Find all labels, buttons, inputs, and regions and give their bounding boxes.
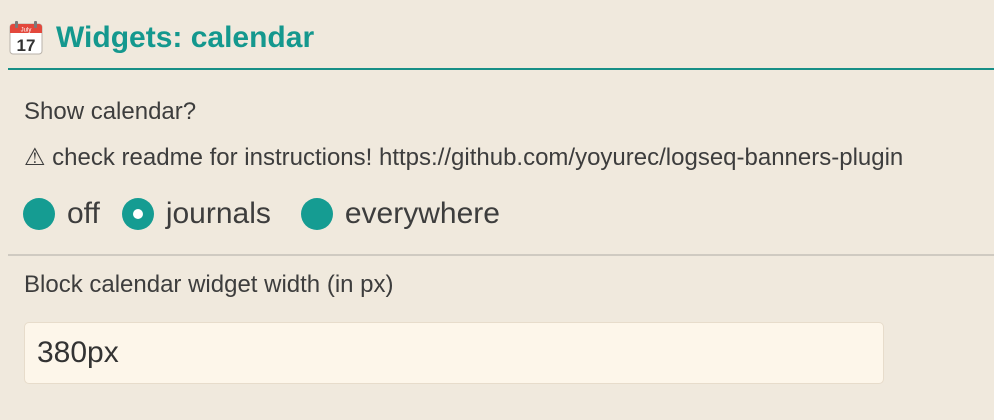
radio-journals[interactable]: journals: [121, 195, 271, 233]
calendar-icon-day: 17: [17, 36, 36, 55]
radio-journals-label: journals: [165, 197, 271, 230]
calendar-icon: July 17: [9, 21, 43, 55]
radio-journals-indicator[interactable]: [121, 198, 154, 230]
section-title: Widgets: calendar: [56, 21, 315, 54]
show-calendar-radio-group: off journals everywhere: [23, 195, 500, 233]
radio-everywhere-indicator[interactable]: [300, 198, 333, 230]
radio-off-indicator[interactable]: [23, 198, 55, 230]
calendar-icon-month: July: [21, 28, 32, 34]
show-calendar-description: ⚠ check readme for instructions! https:/…: [24, 144, 904, 171]
radio-off-label: off: [67, 197, 100, 230]
radio-everywhere-label: everywhere: [344, 197, 500, 230]
radio-everywhere[interactable]: everywhere: [300, 195, 500, 233]
divider: [8, 254, 994, 256]
radio-off[interactable]: off: [23, 195, 100, 233]
show-calendar-question: Show calendar?: [24, 98, 197, 125]
widget-width-input[interactable]: [24, 322, 884, 384]
widget-width-label: Block calendar widget width (in px): [24, 271, 394, 298]
section-header: July 17 Widgets: calendar: [8, 0, 994, 70]
